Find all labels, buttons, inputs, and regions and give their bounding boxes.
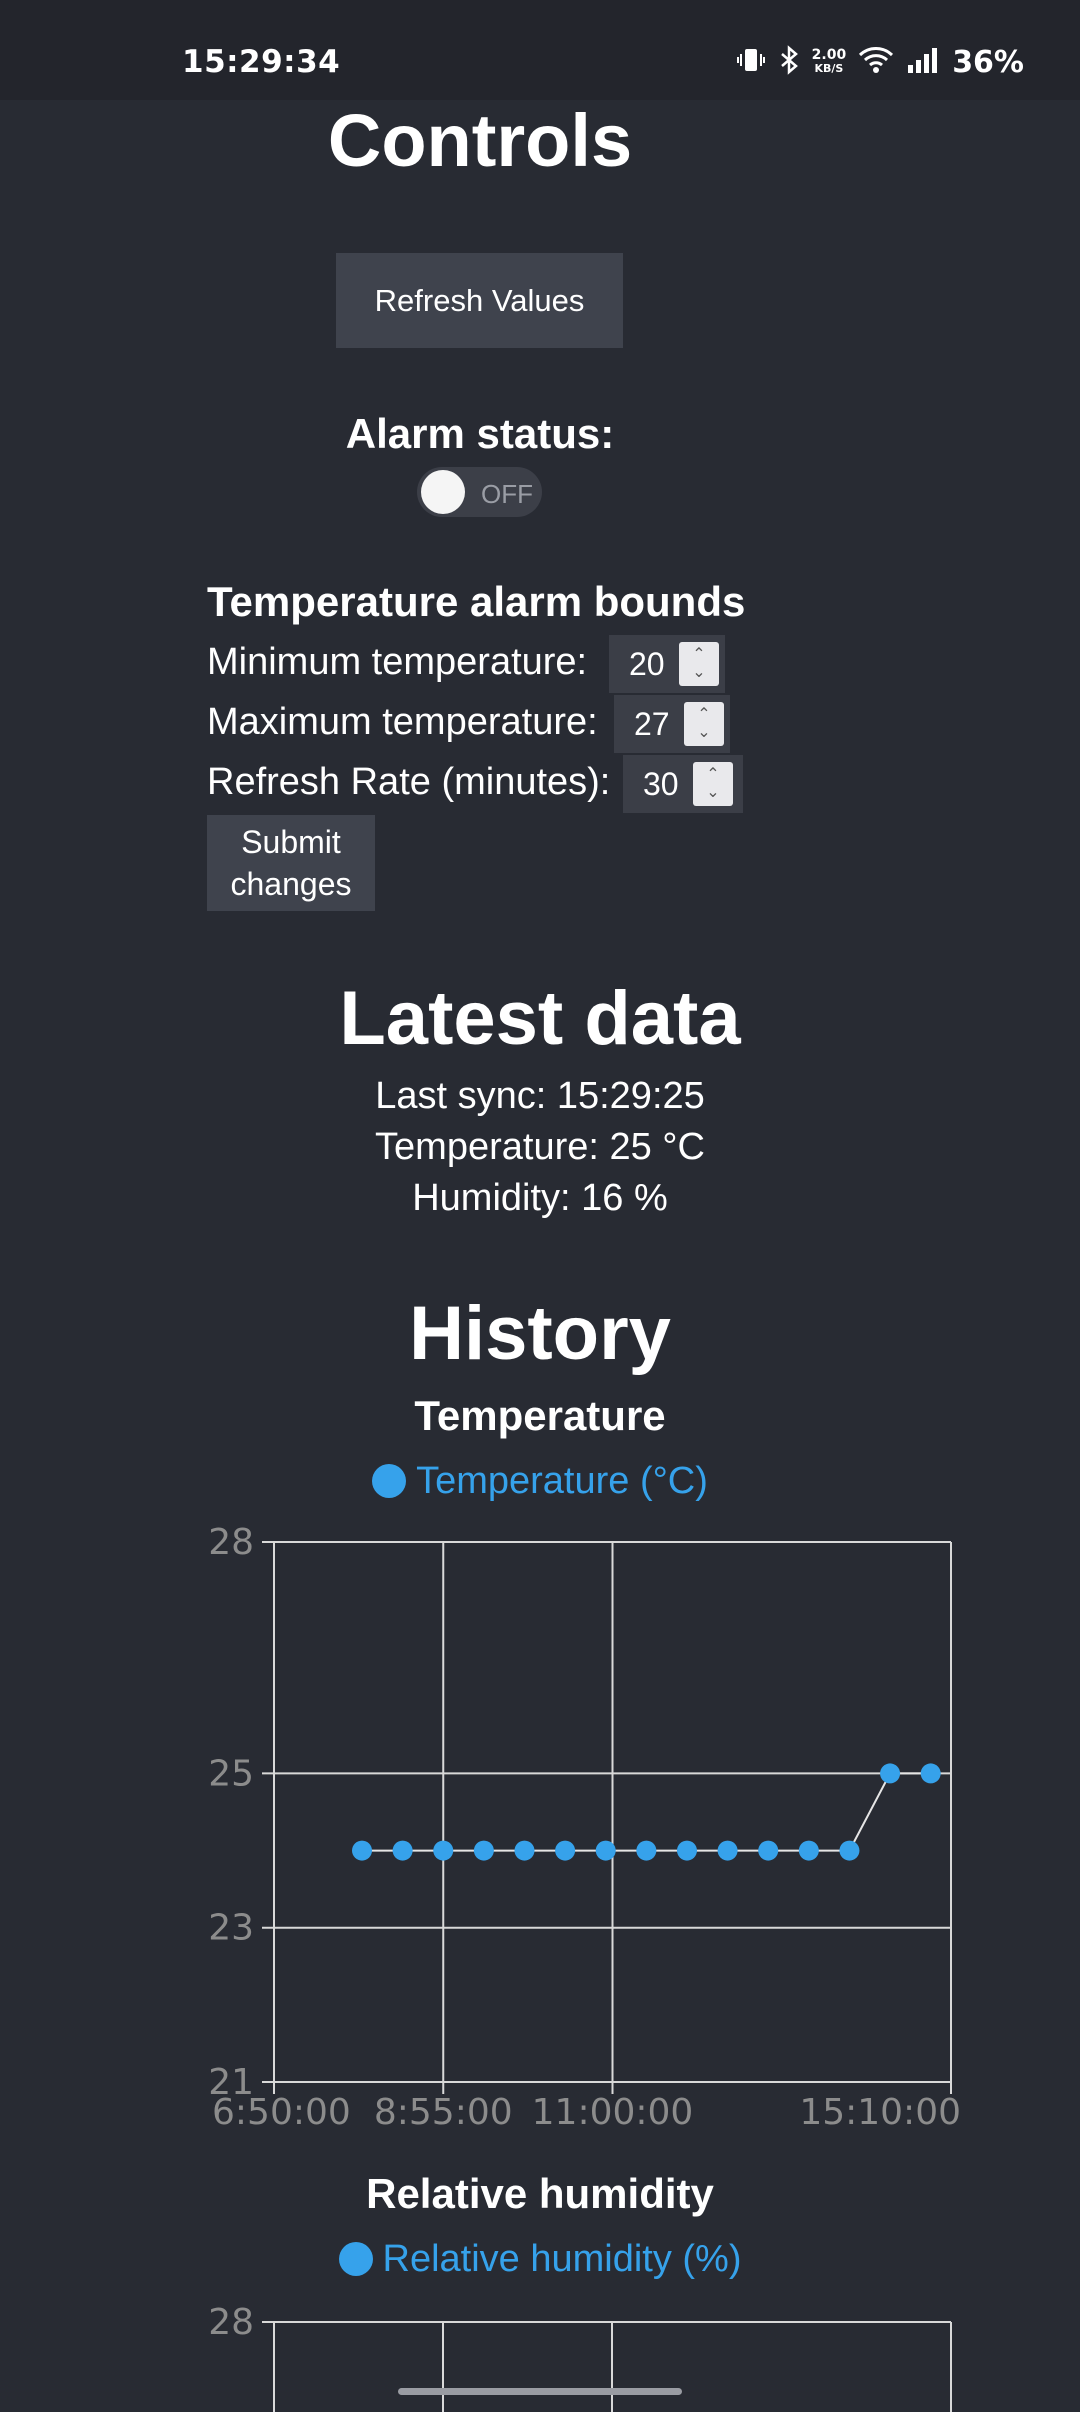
temperature-chart: 282523216:50:00 8:55:00 11:00:00 15:10:00 [208, 1522, 961, 2133]
min-temperature-input[interactable]: 20 ⌃ ⌄ [609, 635, 725, 693]
controls-title: Controls [327, 99, 633, 182]
temperature-data-point [798, 1840, 819, 1861]
humidity-legend[interactable]: Relative humidity (%) [200, 2238, 880, 2281]
latest-temperature-text: Temperature: 25 °C [375, 1126, 705, 1168]
temperature-data-point [555, 1840, 576, 1861]
network-speed-value: 2.00 [811, 47, 847, 63]
latest-data-title: Latest data [339, 976, 741, 1061]
max-temperature-input[interactable]: 27 ⌃ ⌄ [614, 695, 730, 753]
humidity-chart-title: Relative humidity [366, 2170, 714, 2217]
home-indicator[interactable] [398, 2388, 682, 2395]
humidity-legend-dot-icon [338, 2242, 373, 2276]
temperature-data-point [433, 1840, 454, 1861]
bounds-title: Temperature alarm bounds [207, 578, 746, 625]
temperature-data-point [920, 1763, 941, 1784]
last-sync-text: Last sync: 15:29:25 [375, 1075, 705, 1117]
temperature-data-point [676, 1840, 697, 1861]
vibrate-icon [736, 45, 766, 79]
humidity-legend-label: Relative humidity (%) [382, 2238, 742, 2280]
temperature-chart-title: Temperature [414, 1392, 666, 1439]
x-tick-label: 8:55:00 [374, 2092, 513, 2133]
temperature-data-point [636, 1840, 657, 1861]
min-temperature-label: Minimum temperature: [207, 641, 588, 683]
battery-level: 36% [952, 44, 1024, 80]
submit-label-line1: Submit [241, 824, 341, 860]
refresh-rate-value: 30 [643, 765, 679, 802]
temperature-data-point [717, 1840, 738, 1861]
temperature-legend[interactable]: Temperature (°C) [200, 1460, 880, 1503]
temperature-data-point [392, 1840, 413, 1861]
temperature-series-line [362, 1772, 931, 1852]
alarm-toggle[interactable]: OFF [417, 467, 542, 517]
y-tick-label: 25 [208, 1753, 254, 1794]
temperature-data-point [473, 1840, 494, 1861]
max-temperature-stepper-icon[interactable]: ⌃ ⌄ [684, 702, 724, 746]
status-time: 15:29:34 [182, 44, 341, 80]
submit-label-line2: changes [230, 866, 352, 902]
y-tick-label: 23 [208, 1908, 254, 1949]
latest-humidity-text: Humidity: 16 % [412, 1177, 668, 1219]
status-bar: 15:29:34 2.00 KB/S 36% [0, 0, 1080, 100]
x-tick-label: 15:10:00 [799, 2092, 961, 2133]
network-speed-unit: KB/S [814, 62, 844, 75]
min-temperature-stepper-icon[interactable]: ⌃ ⌄ [679, 642, 719, 686]
refresh-rate-input[interactable]: 30 ⌃ ⌄ [623, 755, 743, 813]
submit-changes-button[interactable]: Submit changes [207, 815, 375, 911]
refresh-rate-stepper-icon[interactable]: ⌃ ⌄ [693, 762, 733, 806]
refresh-values-button[interactable]: Refresh Values [336, 253, 623, 348]
status-icons: 2.00 KB/S 36% [736, 42, 1024, 82]
max-temperature-label: Maximum temperature: [207, 701, 598, 743]
temperature-legend-label: Temperature (°C) [416, 1460, 708, 1502]
x-tick-label: 6:50:00 [212, 2092, 351, 2133]
history-title: History [409, 1291, 671, 1376]
bluetooth-icon [778, 45, 800, 79]
x-tick-label: 11:00:00 [532, 2092, 694, 2133]
temperature-data-point [514, 1840, 535, 1861]
network-speed: 2.00 KB/S [812, 48, 847, 76]
temperature-legend-dot-icon [372, 1464, 407, 1498]
refresh-rate-label: Refresh Rate (minutes): [207, 761, 611, 803]
temperature-data-point [352, 1840, 373, 1861]
alarm-status-label: Alarm status: [345, 410, 615, 457]
signal-icon [906, 45, 940, 79]
min-temperature-value: 20 [629, 645, 665, 682]
temperature-data-point [595, 1840, 616, 1861]
y-tick-label: 28 [208, 1522, 254, 1563]
temperature-data-point [839, 1840, 860, 1861]
wifi-icon [858, 45, 894, 79]
toggle-state-text: OFF [481, 479, 533, 509]
max-temperature-value: 27 [634, 705, 670, 742]
temperature-data-point [758, 1840, 779, 1861]
y-tick-label: 28 [208, 2302, 254, 2343]
temperature-data-point [880, 1763, 901, 1784]
toggle-knob [421, 470, 465, 514]
